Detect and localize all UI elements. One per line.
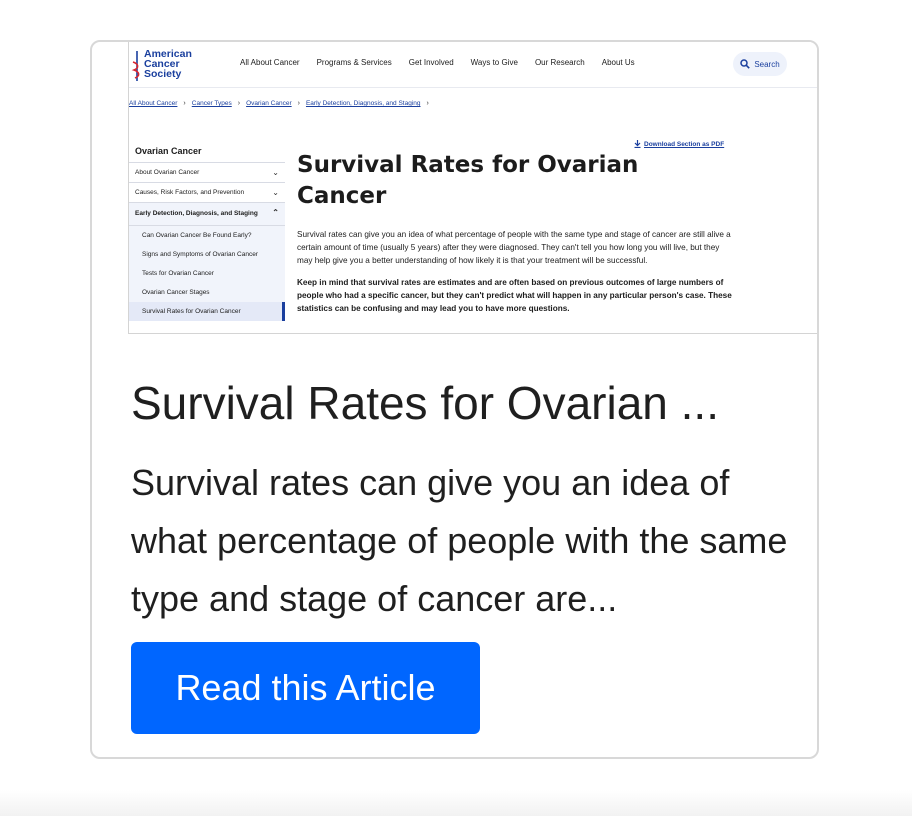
- logo-line-3: Society: [144, 68, 182, 80]
- preview-paragraph-bold: Keep in mind that survival rates are est…: [297, 278, 732, 313]
- sidebar-subitem-active[interactable]: Survival Rates for Ovarian Cancer: [129, 302, 285, 321]
- nav-all-about-cancer[interactable]: All About Cancer: [240, 58, 300, 67]
- chevron-up-icon: ⌃: [272, 208, 279, 217]
- preview-paragraph: Survival rates can give you an idea of w…: [297, 230, 731, 265]
- nav-ways-to-give[interactable]: Ways to Give: [471, 58, 518, 67]
- article-card: American Cancer Society All About Cancer…: [90, 40, 819, 759]
- nav-our-research[interactable]: Our Research: [535, 58, 585, 67]
- chevron-right-icon: ›: [426, 100, 429, 107]
- breadcrumb-item[interactable]: Ovarian Cancer: [246, 100, 292, 107]
- read-article-button[interactable]: Read this Article: [131, 642, 480, 734]
- card-title[interactable]: Survival Rates for Ovarian ...: [131, 376, 719, 430]
- chevron-right-icon: ›: [237, 100, 241, 107]
- search-button[interactable]: Search: [733, 52, 787, 76]
- chevron-right-icon: ›: [183, 100, 186, 107]
- sidebar-subitem[interactable]: Ovarian Cancer Stages: [129, 283, 285, 302]
- sidebar-subitem[interactable]: Tests for Ovarian Cancer: [129, 264, 285, 283]
- sidebar-subitems: Can Ovarian Cancer Be Found Early? Signs…: [129, 226, 285, 321]
- sidebar-subitem[interactable]: Signs and Symptoms of Ovarian Cancer: [129, 245, 285, 264]
- section-sidebar: Ovarian Cancer About Ovarian Cancer ⌄ Ca…: [129, 138, 285, 321]
- site-header: American Cancer Society All About Cancer…: [129, 42, 817, 88]
- search-icon: [740, 59, 751, 69]
- preview-article-body: Survival rates can give you an idea of w…: [297, 228, 737, 324]
- preview-page-title: Survival Rates for Ovarian Cancer: [297, 152, 639, 209]
- download-icon: [634, 140, 641, 148]
- sidebar-item-causes[interactable]: Causes, Risk Factors, and Prevention ⌄: [129, 183, 285, 203]
- breadcrumb-item[interactable]: Cancer Types: [192, 100, 232, 107]
- sidebar-subitem[interactable]: Can Ovarian Cancer Be Found Early?: [129, 226, 285, 245]
- chevron-right-icon: ›: [297, 100, 300, 107]
- sidebar-item-early-detection[interactable]: Early Detection, Diagnosis, and Staging …: [129, 203, 285, 226]
- breadcrumb-item[interactable]: Early Detection, Diagnosis, and Staging: [306, 100, 421, 107]
- sidebar-item-about[interactable]: About Ovarian Cancer ⌄: [129, 163, 285, 183]
- main-nav: All About Cancer Programs & Services Get…: [240, 58, 652, 67]
- chevron-down-icon: ⌄: [272, 168, 279, 177]
- sidebar-item-label: Early Detection, Diagnosis, and Staging: [135, 210, 258, 217]
- search-label: Search: [754, 59, 780, 69]
- download-pdf-link[interactable]: Download Section as PDF: [634, 140, 724, 148]
- nav-about-us[interactable]: About Us: [602, 58, 635, 67]
- sidebar-item-label: Causes, Risk Factors, and Prevention: [135, 189, 245, 196]
- chevron-down-icon: ⌄: [272, 188, 279, 197]
- page-bottom-edge: [0, 790, 912, 816]
- acs-logo: American Cancer Society: [131, 48, 201, 84]
- nav-programs-services[interactable]: Programs & Services: [317, 58, 392, 67]
- article-preview-image[interactable]: American Cancer Society All About Cancer…: [128, 42, 817, 334]
- breadcrumb-item[interactable]: All About Cancer: [129, 100, 177, 107]
- breadcrumb: All About Cancer › Cancer Types › Ovaria…: [129, 100, 435, 107]
- sidebar-item-label: About Ovarian Cancer: [135, 169, 200, 176]
- acs-logo-icon: [131, 51, 140, 81]
- card-description: Survival rates can give you an idea of w…: [131, 462, 788, 619]
- nav-get-involved[interactable]: Get Involved: [409, 58, 454, 67]
- download-pdf-label: Download Section as PDF: [644, 140, 725, 148]
- sidebar-title: Ovarian Cancer: [129, 138, 285, 163]
